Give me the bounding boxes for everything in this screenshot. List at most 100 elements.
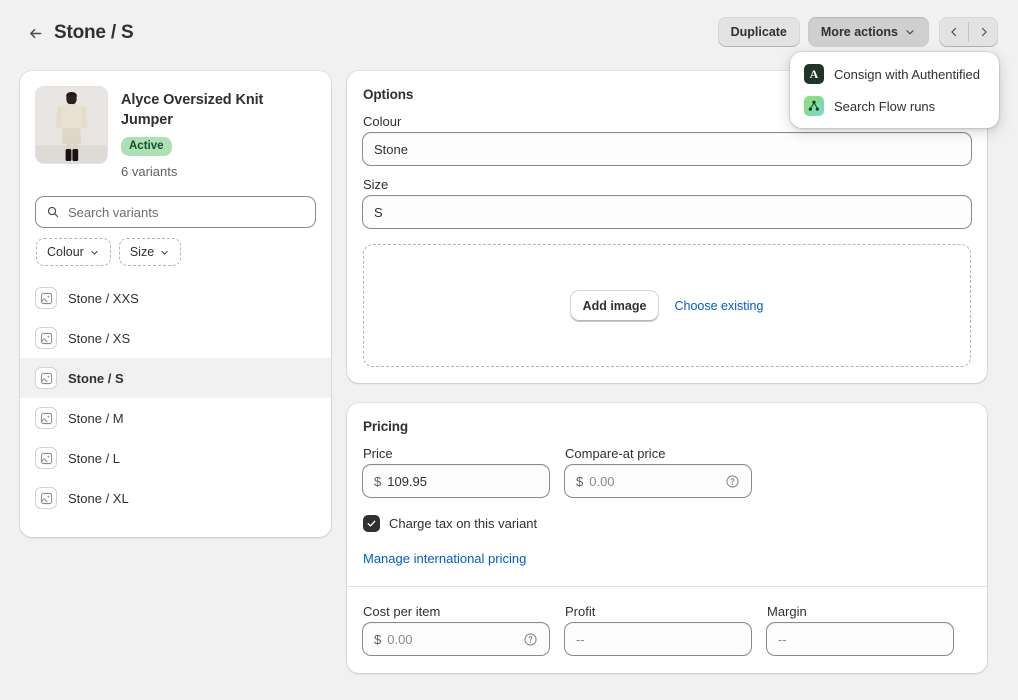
flow-nodes-icon xyxy=(808,100,819,111)
image-placeholder-icon xyxy=(36,488,56,508)
variant-count: 6 variants xyxy=(121,164,178,179)
variant-label: Stone / M xyxy=(68,410,124,426)
back-button[interactable] xyxy=(22,20,48,46)
question-circle-icon[interactable] xyxy=(724,473,740,489)
add-image-button[interactable]: Add image xyxy=(570,290,659,321)
price-input[interactable]: $ 109.95 xyxy=(363,465,549,497)
add-image-label: Add image xyxy=(582,298,647,313)
cost-row: Cost per item $ 0.00 Profit -- Margin -- xyxy=(363,587,971,673)
duplicate-button[interactable]: Duplicate xyxy=(717,17,800,47)
variants-panel: Alyce Oversized Knit Jumper Active 6 var… xyxy=(20,71,331,537)
status-badge: Active xyxy=(121,137,172,156)
variant-row[interactable]: Stone / XXS xyxy=(20,278,331,318)
next-variant-button[interactable] xyxy=(969,17,998,47)
image-placeholder-icon xyxy=(36,368,56,388)
charge-tax-row[interactable]: Charge tax on this variant xyxy=(363,515,971,532)
search-wrap xyxy=(20,185,331,227)
cost-per-item-label: Cost per item xyxy=(363,604,441,619)
cost-currency: $ xyxy=(374,631,382,647)
variant-pagination xyxy=(939,17,998,47)
top-actions: Duplicate More actions xyxy=(717,17,998,47)
search-variants-box[interactable] xyxy=(36,197,315,227)
shopify-flow-app-icon xyxy=(804,96,824,116)
compare-currency: $ xyxy=(576,473,584,489)
image-icon xyxy=(40,412,52,424)
profit-label: Profit xyxy=(565,604,596,619)
help-glyph xyxy=(523,632,537,646)
compare-at-price-input[interactable]: $ 0.00 xyxy=(565,465,751,497)
search-icon xyxy=(47,206,59,218)
menu-item-consign-with-authentified[interactable]: A Consign with Authentified xyxy=(796,58,993,90)
cost-per-item-field: Cost per item $ 0.00 xyxy=(363,604,549,655)
charge-tax-checkbox[interactable] xyxy=(363,515,380,532)
image-icon xyxy=(40,292,52,304)
chevron-left-icon xyxy=(950,27,956,37)
profit-input[interactable]: -- xyxy=(565,623,751,655)
filter-colour-label: Colour xyxy=(47,245,84,259)
arrow-left-icon xyxy=(29,28,41,38)
choose-existing-link[interactable]: Choose existing xyxy=(674,299,763,313)
margin-value: -- xyxy=(778,631,787,647)
filter-size-label: Size xyxy=(129,245,155,259)
price-currency: $ xyxy=(374,473,382,489)
product-thumbnail[interactable] xyxy=(36,87,107,163)
more-actions-button[interactable]: More actions xyxy=(807,17,929,47)
compare-placeholder: 0.00 xyxy=(589,473,615,489)
image-placeholder-icon xyxy=(36,288,56,308)
variant-label: Stone / L xyxy=(68,450,121,466)
variant-row-selected[interactable]: Stone / S xyxy=(20,358,331,398)
filter-size[interactable]: Size xyxy=(118,238,182,266)
more-actions-menu: A Consign with Authentified Search Flow … xyxy=(790,52,999,128)
product-image xyxy=(36,87,107,163)
check-icon xyxy=(367,520,376,527)
size-value: S xyxy=(374,204,383,220)
product-summary: Alyce Oversized Knit Jumper Active 6 var… xyxy=(20,71,331,185)
pricing-card: Pricing Price $ 109.95 Compare-at price … xyxy=(347,403,987,673)
image-placeholder-icon xyxy=(36,328,56,348)
question-circle-icon[interactable] xyxy=(522,631,538,647)
size-label: Size xyxy=(363,177,389,192)
image-icon xyxy=(40,332,52,344)
image-icon xyxy=(40,372,52,384)
chevron-down-icon xyxy=(161,250,168,255)
previous-variant-button[interactable] xyxy=(939,17,968,47)
margin-label: Margin xyxy=(767,604,807,619)
image-dropzone[interactable]: Add image Choose existing xyxy=(363,244,971,367)
menu-item-search-flow-runs[interactable]: Search Flow runs xyxy=(796,90,993,122)
size-input[interactable]: S xyxy=(363,196,971,228)
search-input[interactable] xyxy=(68,204,305,220)
image-placeholder-icon xyxy=(36,408,56,428)
variant-row[interactable]: Stone / L xyxy=(20,438,331,478)
filter-bar: Colour Size xyxy=(20,227,331,278)
cost-per-item-input[interactable]: $ 0.00 xyxy=(363,623,549,655)
chevron-right-icon xyxy=(981,27,987,37)
charge-tax-label: Charge tax on this variant xyxy=(389,516,538,531)
variant-detail-page: Stone / S Duplicate More actions A Consi… xyxy=(0,0,1018,700)
menu-item-label: Consign with Authentified xyxy=(834,66,980,82)
compare-at-price-label: Compare-at price xyxy=(565,446,666,461)
margin-field: Margin -- xyxy=(767,604,953,655)
menu-item-label: Search Flow runs xyxy=(834,98,936,114)
margin-input[interactable]: -- xyxy=(767,623,953,655)
variant-row[interactable]: Stone / XS xyxy=(20,318,331,358)
price-row: Price $ 109.95 Compare-at price $ 0.00 xyxy=(363,446,971,497)
chevron-down-icon xyxy=(906,30,914,35)
profit-field: Profit -- xyxy=(565,604,751,655)
price-field: Price $ 109.95 xyxy=(363,446,549,497)
size-field: Size S xyxy=(363,177,971,228)
variant-row[interactable]: Stone / XL xyxy=(20,478,331,518)
authentified-app-icon: A xyxy=(804,64,824,84)
price-value: 109.95 xyxy=(387,473,427,489)
cost-placeholder: 0.00 xyxy=(387,631,413,647)
chevron-down-icon xyxy=(91,250,98,255)
page-title: Stone / S xyxy=(54,22,134,43)
colour-input[interactable]: Stone xyxy=(363,133,971,165)
filter-colour[interactable]: Colour xyxy=(36,238,111,266)
pricing-title: Pricing xyxy=(363,419,409,434)
variant-label: Stone / XXS xyxy=(68,290,139,306)
manage-international-pricing-link[interactable]: Manage international pricing xyxy=(363,551,971,566)
variant-row[interactable]: Stone / M xyxy=(20,398,331,438)
colour-value: Stone xyxy=(374,141,408,157)
image-icon xyxy=(40,452,52,464)
price-label: Price xyxy=(363,446,393,461)
